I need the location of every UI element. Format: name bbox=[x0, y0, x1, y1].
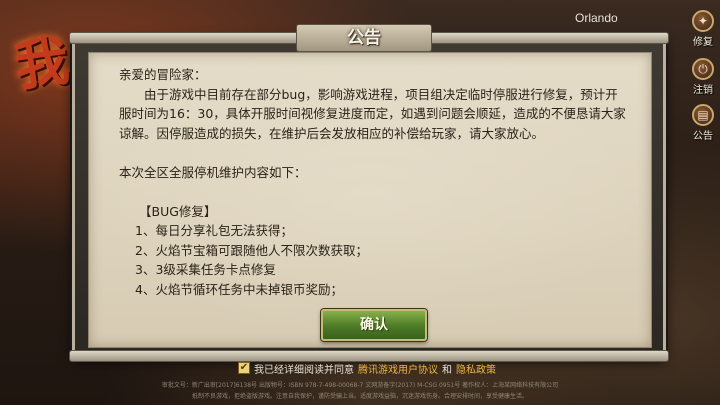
agreement-row: ✔ 我已经详细阅读并同意 腾讯游戏用户协议 和 隐私政策 bbox=[238, 361, 496, 376]
side-button-label: 注销 bbox=[693, 85, 713, 96]
legal-line-1: 审批文号：新广出审[2017]6138号 出版物号：ISBN 978-7-498… bbox=[161, 382, 559, 389]
logout-icon: ⏻ bbox=[692, 58, 714, 80]
list-item: 3、3级采集任务卡点修复 bbox=[135, 262, 276, 277]
confirm-button[interactable]: 确认 bbox=[321, 309, 427, 341]
notice-icon: ▤ bbox=[692, 104, 714, 126]
side-button-notice[interactable]: ▤ 公告 bbox=[688, 104, 718, 142]
agree-checkbox[interactable]: ✔ bbox=[238, 362, 250, 374]
privacy-policy-link[interactable]: 隐私政策 bbox=[456, 361, 496, 376]
list-item: 1、每日分享礼包无法获得； bbox=[135, 223, 293, 238]
user-agreement-link[interactable]: 腾讯游戏用户协议 bbox=[358, 361, 438, 376]
agree-text: 我已经详细阅读并同意 bbox=[254, 364, 354, 376]
greeting: 亲爱的冒险家： bbox=[119, 67, 207, 82]
list-item: 4、火焰节循环任务中未掉银币奖励； bbox=[135, 281, 343, 297]
player-name: Orlando bbox=[575, 11, 618, 25]
maintenance-heading: 本次全区全服停机维护内容如下： bbox=[119, 164, 307, 180]
wrench-icon: ✦ bbox=[692, 10, 714, 32]
legal-line-2: 抵制不良游戏，拒绝盗版游戏。注意自我保护，谨防受骗上当。适度游戏益脑，沉迷游戏伤… bbox=[191, 393, 528, 400]
side-button-logout[interactable]: ⏻ 注销 bbox=[688, 58, 718, 96]
notice-title: 公告 bbox=[296, 24, 432, 52]
notice-paper[interactable]: 亲爱的冒险家： 由于游戏中目前存在部分bug，影响游戏进程，项目组决定临时停服进… bbox=[88, 52, 652, 348]
notice-content[interactable]: 亲爱的冒险家： 由于游戏中目前存在部分bug，影响游戏进程，项目组决定临时停服进… bbox=[119, 65, 629, 305]
bug-section-title: 【BUG修复】 bbox=[139, 203, 217, 219]
side-button-repair[interactable]: ✦ 修复 bbox=[688, 10, 718, 48]
side-button-label: 公告 bbox=[693, 131, 713, 142]
list-item: 2、火焰节宝箱可跟随他人不限次数获取； bbox=[135, 242, 368, 258]
side-button-label: 修复 bbox=[693, 37, 713, 48]
notice-paragraph: 由于游戏中目前存在部分bug，影响游戏进程，项目组决定临时停服进行修复，预计开服… bbox=[119, 86, 626, 141]
agree-and-text: 和 bbox=[442, 364, 452, 376]
